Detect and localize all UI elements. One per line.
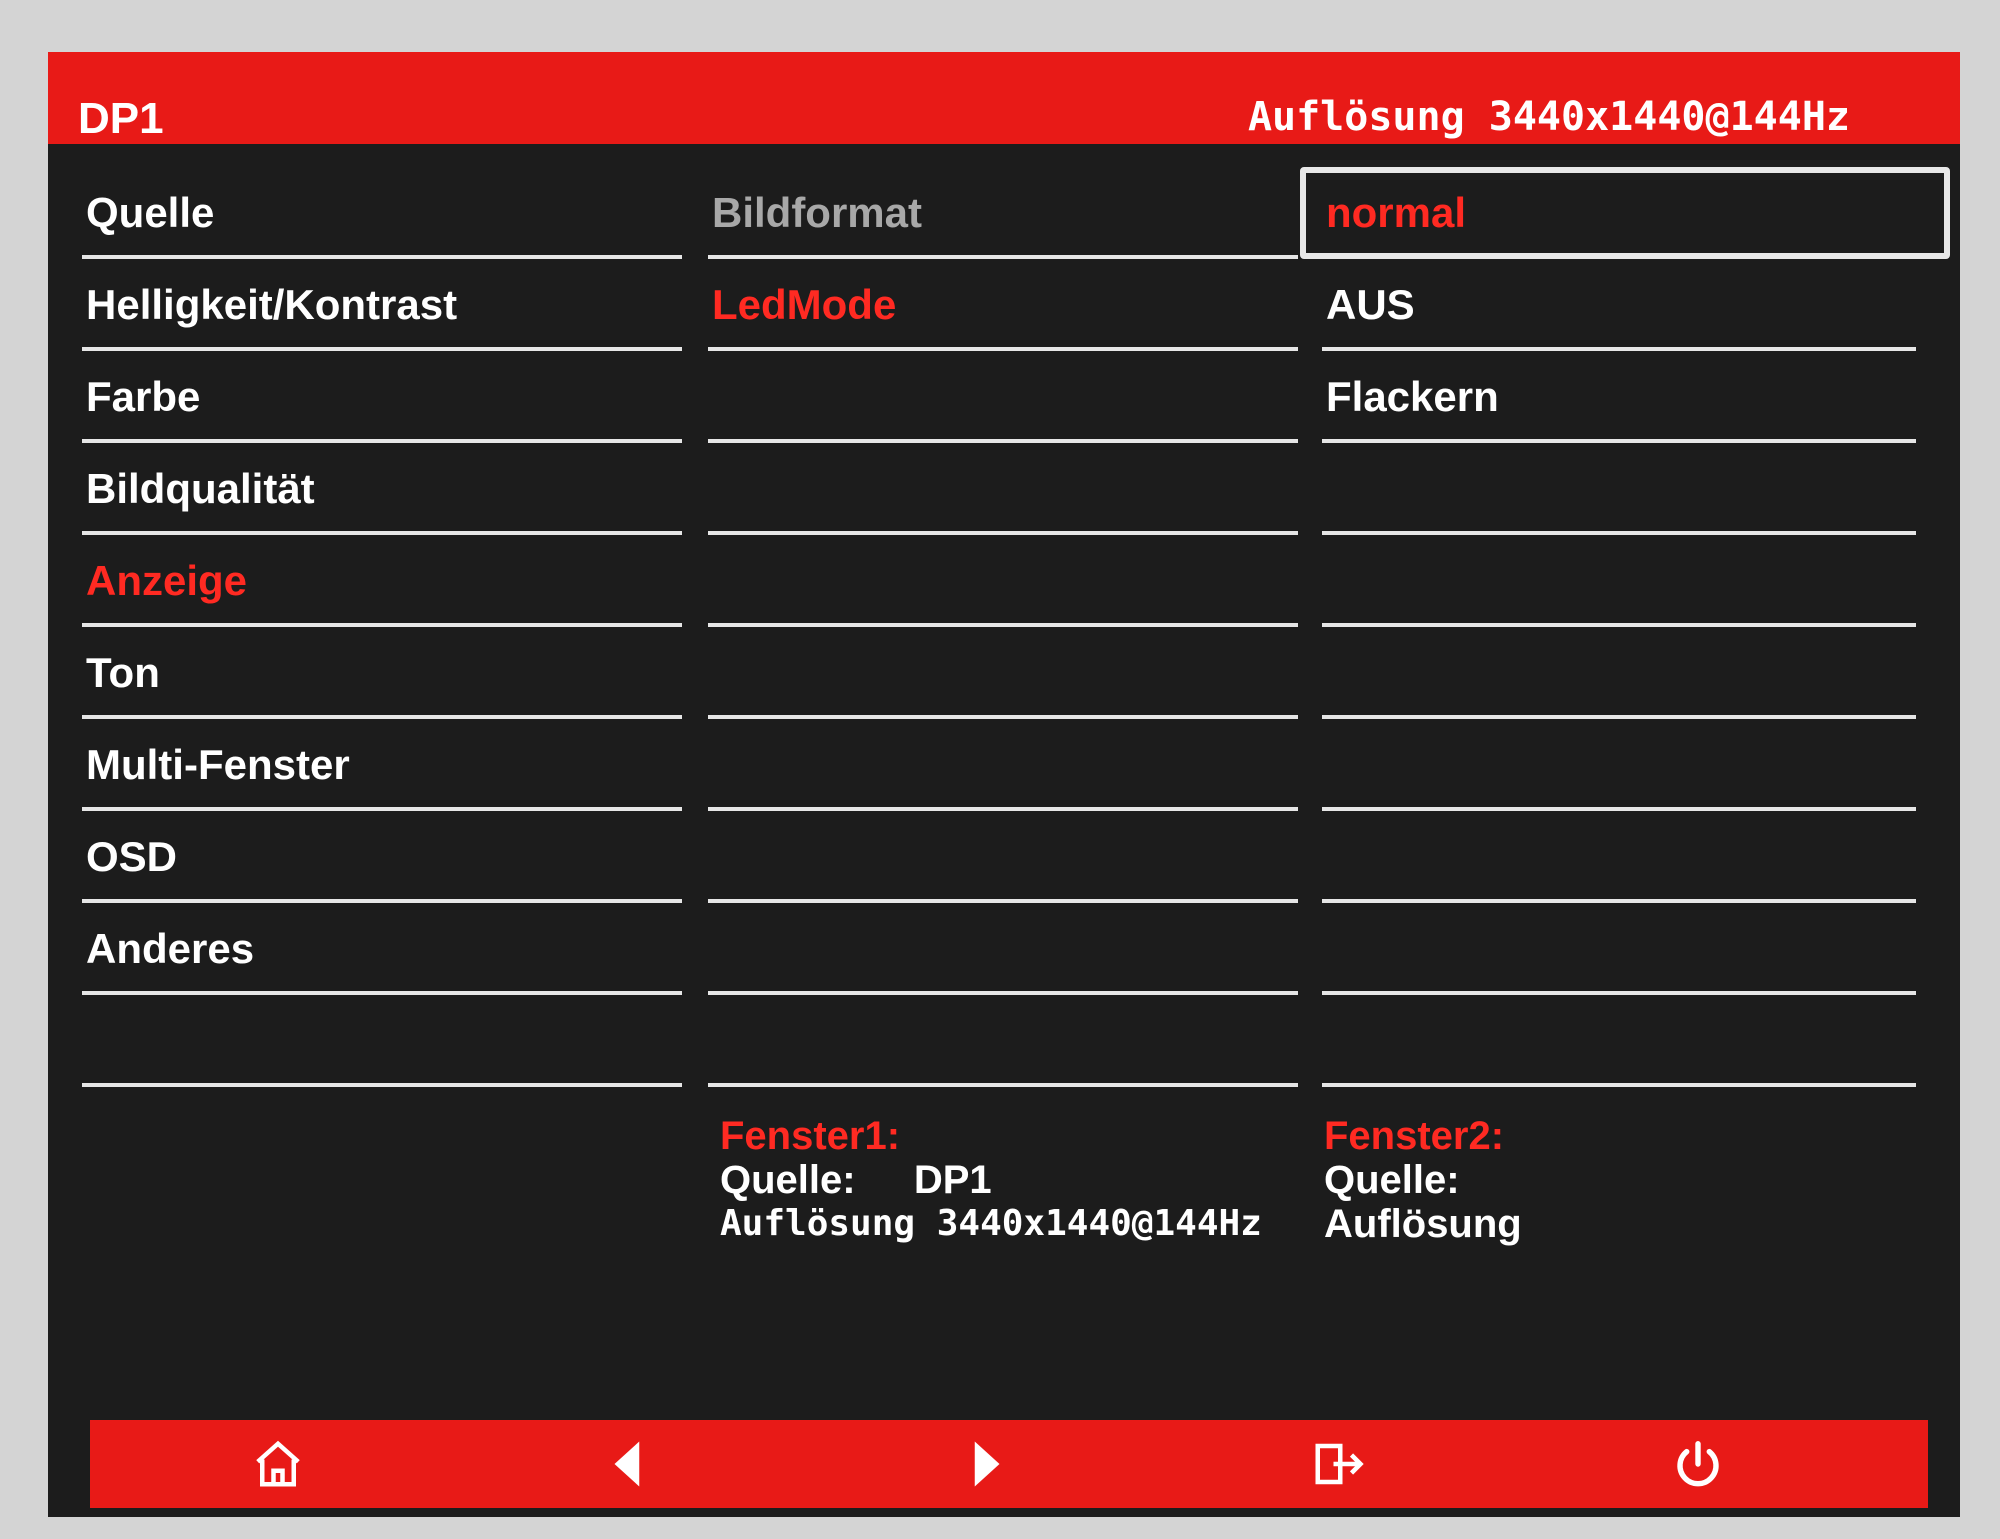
submenu-item-empty <box>708 995 1298 1087</box>
window2-source-label: Quelle: <box>1324 1158 1460 1202</box>
submenu-item-ledmode[interactable]: LedMode <box>708 259 1298 351</box>
window2-info: Fenster2: Quelle: Auflösung <box>1324 1114 1522 1246</box>
menu-item-farbe[interactable]: Farbe <box>82 351 682 443</box>
menu-item-quelle[interactable]: Quelle <box>82 167 682 259</box>
input-source-label: DP1 <box>78 94 164 143</box>
option-empty <box>1322 535 1916 627</box>
menu-item-helligkeit-kontrast[interactable]: Helligkeit/Kontrast <box>82 259 682 351</box>
menu-item-multi-fenster[interactable]: Multi-Fenster <box>82 719 682 811</box>
menu-item-empty <box>82 995 682 1087</box>
menu-item-osd[interactable]: OSD <box>82 811 682 903</box>
option-empty <box>1322 811 1916 903</box>
power-icon[interactable] <box>1668 1434 1728 1494</box>
option-flackern[interactable]: Flackern <box>1322 351 1916 443</box>
submenu-item-empty <box>708 627 1298 719</box>
option-empty <box>1322 903 1916 995</box>
submenu-item-empty <box>708 719 1298 811</box>
osd-header: DP1 Auflösung 3440x1440@144Hz <box>48 52 1960 144</box>
window2-title: Fenster2: <box>1324 1114 1505 1158</box>
option-empty <box>1322 443 1916 535</box>
menu-item-ton[interactable]: Ton <box>82 627 682 719</box>
submenu-item-empty <box>708 535 1298 627</box>
window1-source-line: Quelle: DP1 <box>720 1158 1262 1202</box>
arrow-right-icon[interactable] <box>956 1434 1016 1494</box>
arrow-left-icon[interactable] <box>598 1434 658 1494</box>
osd-menu: DP1 Auflösung 3440x1440@144Hz Quelle Hel… <box>48 52 1960 1517</box>
osd-nav-bar <box>90 1420 1928 1508</box>
option-normal[interactable]: normal <box>1300 167 1950 259</box>
window1-resolution: Auflösung 3440x1440@144Hz <box>720 1203 1262 1244</box>
window1-source-label: Quelle: <box>720 1158 856 1202</box>
exit-icon[interactable] <box>1308 1434 1368 1494</box>
menu-item-anderes[interactable]: Anderes <box>82 903 682 995</box>
submenu-item-empty <box>708 811 1298 903</box>
resolution-label: Auflösung 3440x1440@144Hz <box>1247 94 1850 140</box>
option-list: normal AUS Flackern <box>1300 167 1950 1087</box>
window2-resolution: Auflösung <box>1324 1202 1522 1246</box>
main-menu: Quelle Helligkeit/Kontrast Farbe Bildqua… <box>82 167 682 1087</box>
submenu-item-bildformat[interactable]: Bildformat <box>708 167 1298 259</box>
option-empty <box>1322 627 1916 719</box>
menu-item-bildqualitaet[interactable]: Bildqualität <box>82 443 682 535</box>
window1-title: Fenster1: <box>720 1114 901 1158</box>
window1-info: Fenster1: Quelle: DP1 Auflösung 3440x144… <box>720 1114 1262 1246</box>
option-empty <box>1322 719 1916 811</box>
window1-source-value: DP1 <box>913 1158 992 1202</box>
sub-menu: Bildformat LedMode <box>708 167 1298 1087</box>
menu-item-anzeige[interactable]: Anzeige <box>82 535 682 627</box>
submenu-item-empty <box>708 351 1298 443</box>
submenu-item-empty <box>708 443 1298 535</box>
option-aus[interactable]: AUS <box>1322 259 1916 351</box>
submenu-item-empty <box>708 903 1298 995</box>
home-icon[interactable] <box>248 1434 308 1494</box>
option-empty <box>1322 995 1916 1087</box>
